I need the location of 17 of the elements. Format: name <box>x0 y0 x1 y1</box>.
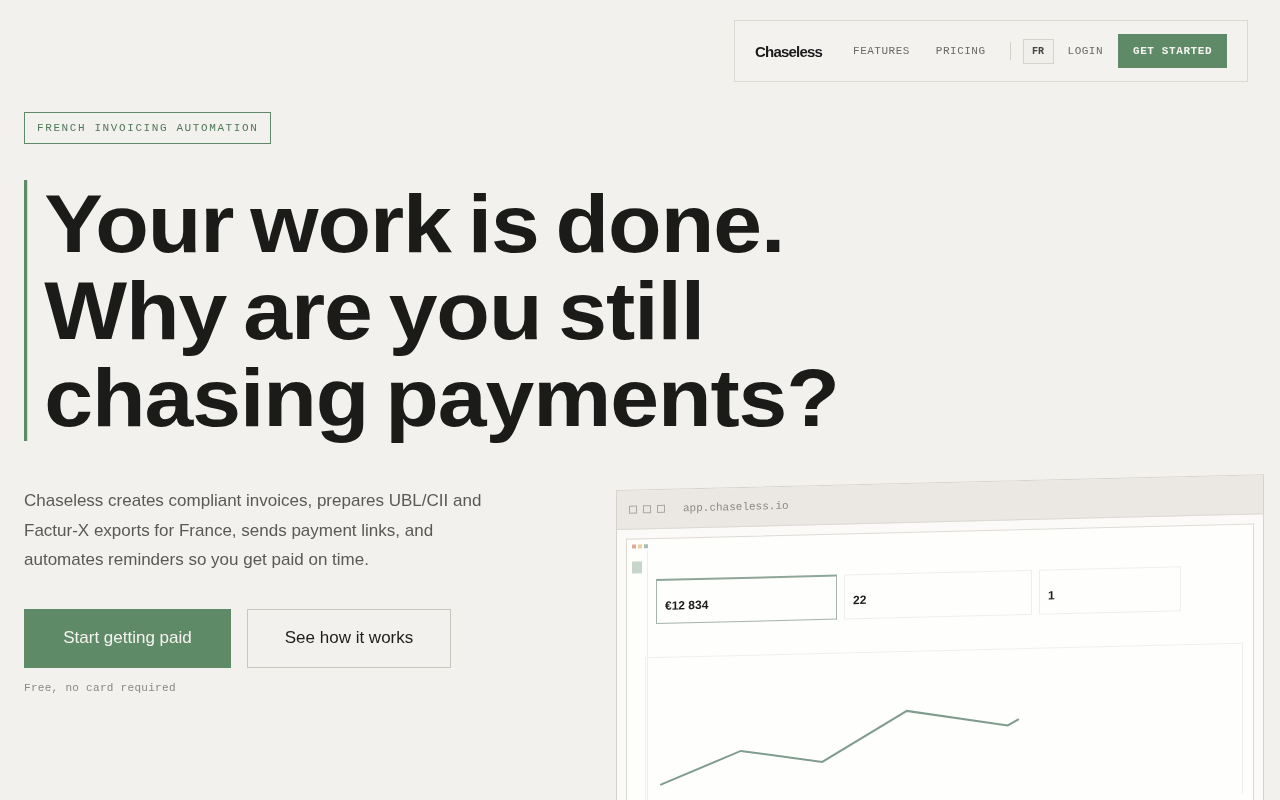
primary-cta-button[interactable]: Start getting paid <box>24 608 231 668</box>
logo-tile-icon <box>632 561 642 574</box>
login-link[interactable]: LOGIN <box>1067 45 1104 57</box>
stat-value: 22 <box>853 592 867 608</box>
category-tag: FRENCH INVOICING AUTOMATION <box>24 112 272 144</box>
hero-headline: Your work is done. Why are you still chasing payments? <box>24 180 839 441</box>
get-started-button[interactable]: GET STARTED <box>1118 34 1228 68</box>
nav-link[interactable]: PRICING <box>935 45 986 57</box>
secondary-cta-button[interactable]: See how it works <box>247 608 451 668</box>
stat-value: 1 <box>1048 588 1055 603</box>
nav-link[interactable]: FEATURES <box>853 45 910 57</box>
url-text: app.chaseless.io <box>683 499 789 515</box>
language-button[interactable]: FR <box>1022 38 1054 64</box>
hero-description: Chaseless creates compliant invoices, prepares UBL/CII and Factur-X exports for France, sends payment links, and automates reminders so you get paid on time. <box>24 490 483 571</box>
brand-name[interactable]: Chaseless <box>755 42 823 60</box>
stat-value: €12 834 <box>665 597 709 613</box>
signup-note: Free, no card required <box>24 681 176 694</box>
